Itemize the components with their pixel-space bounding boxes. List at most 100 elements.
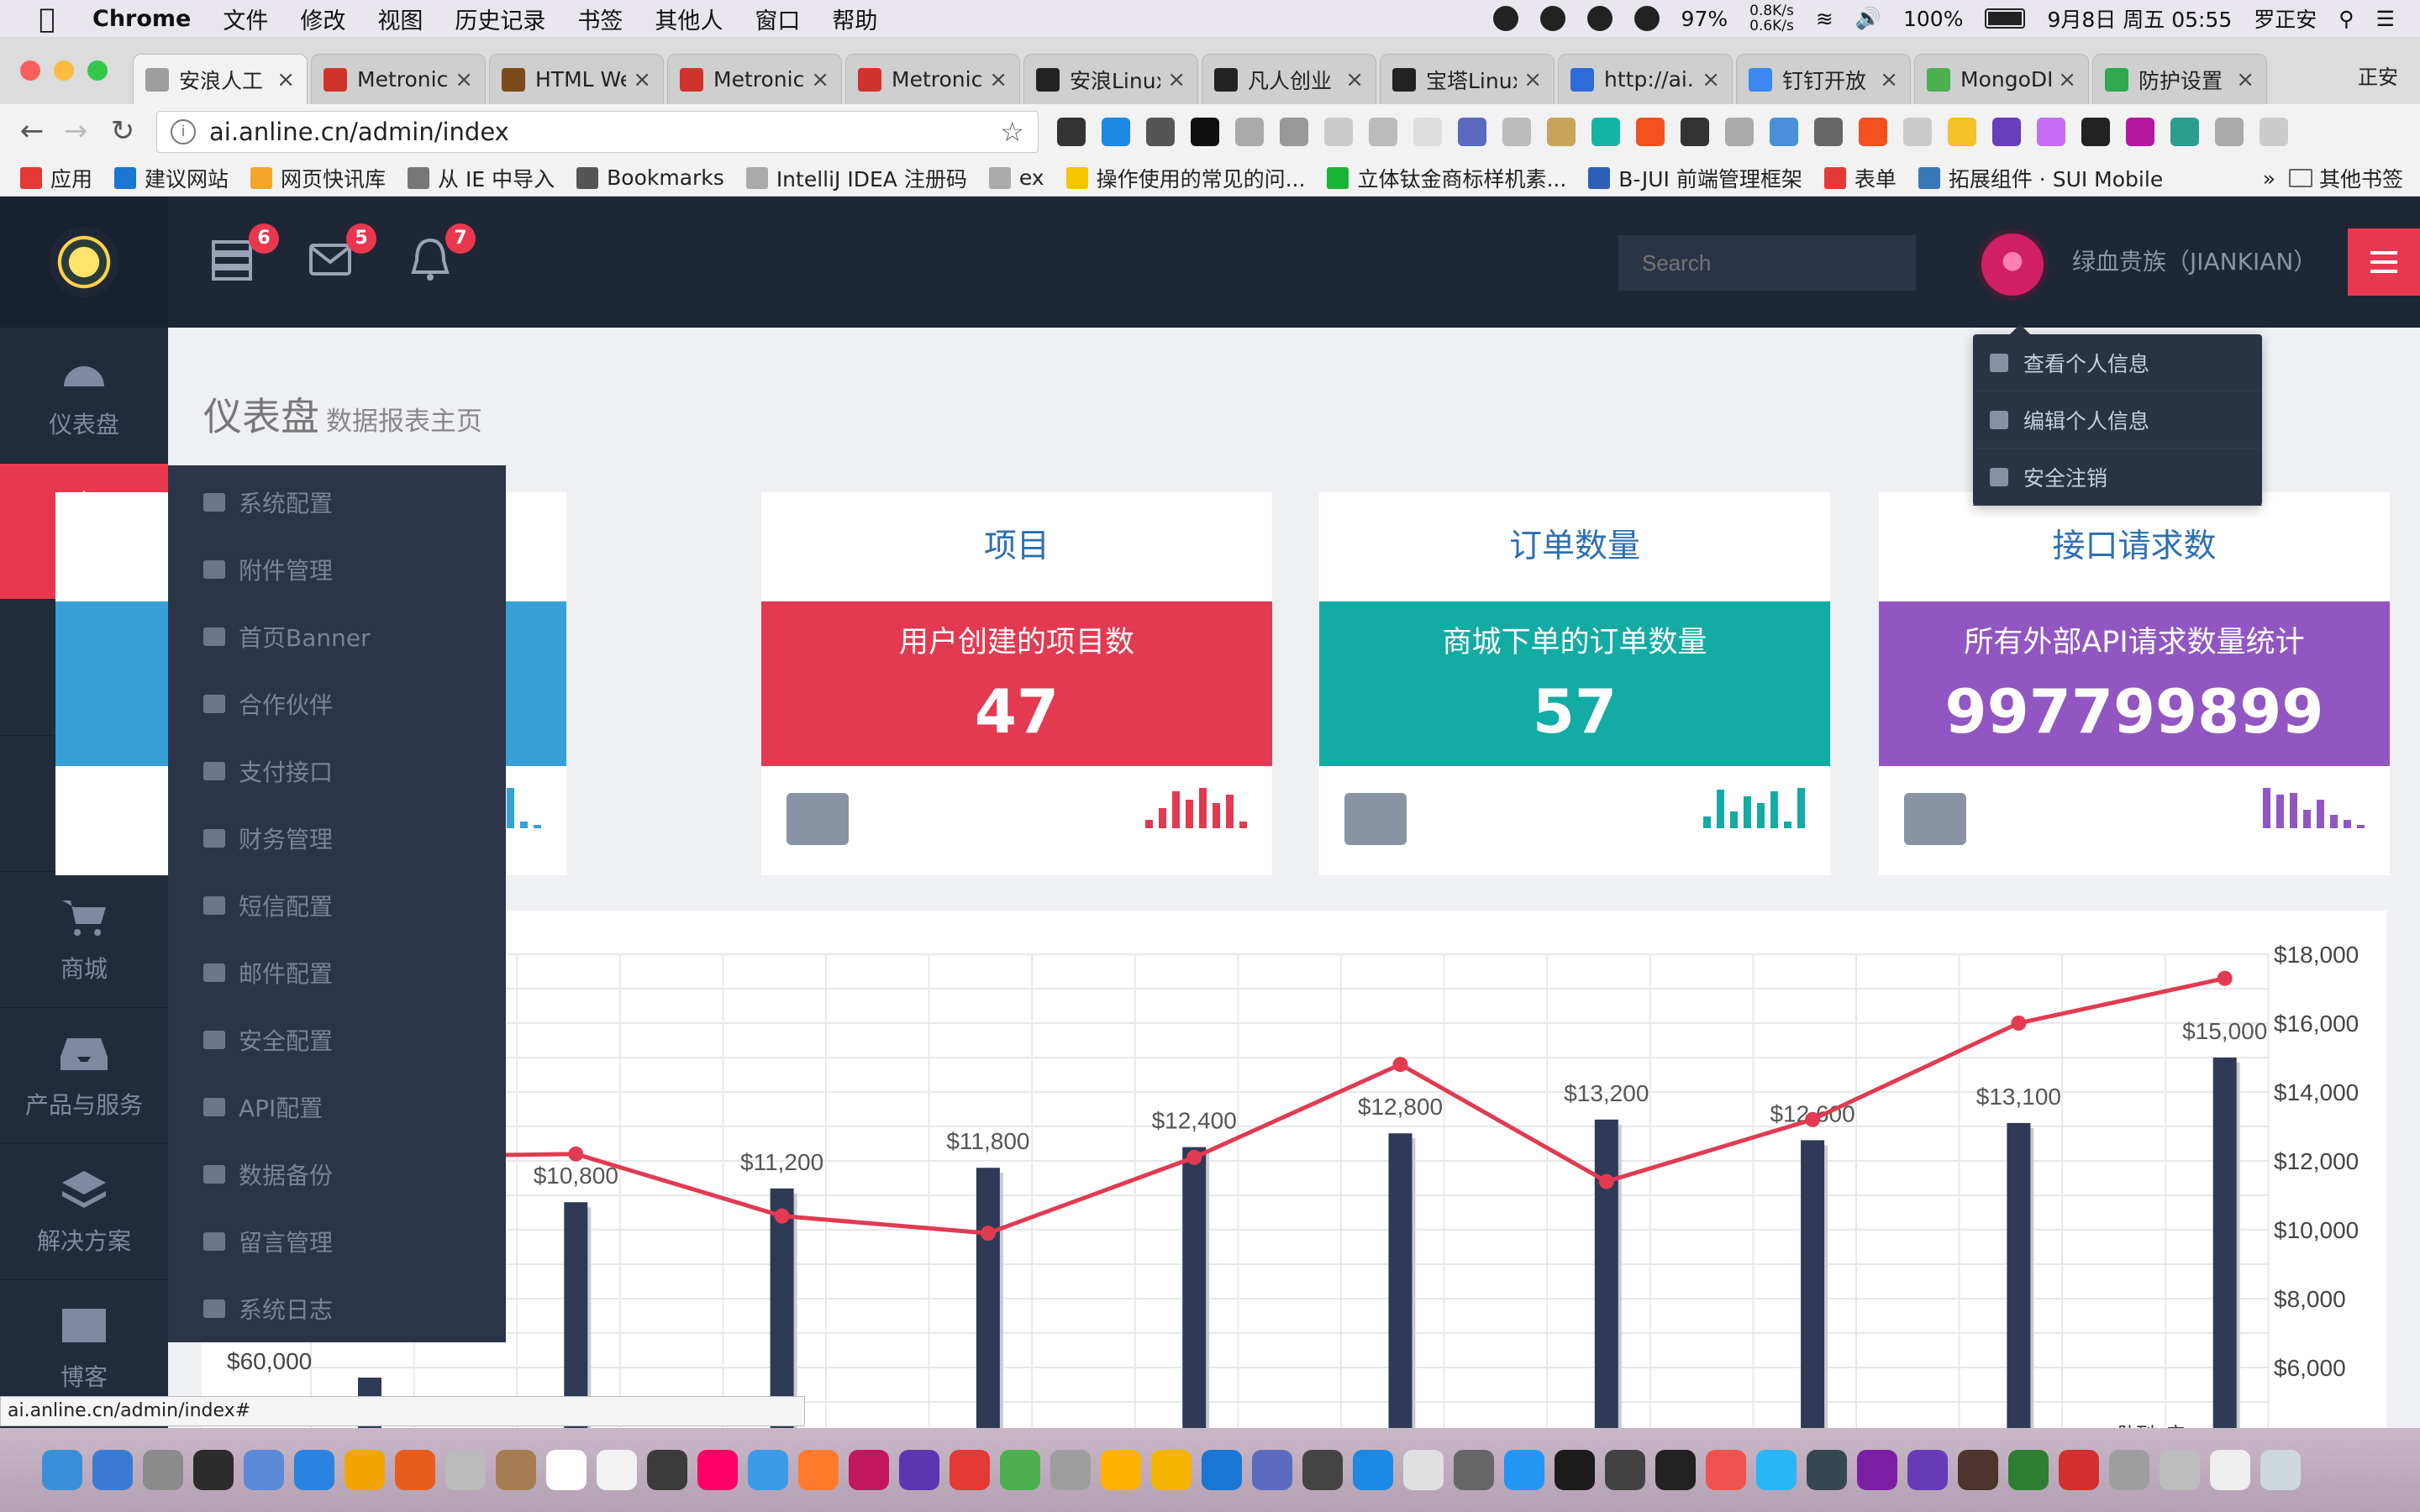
- tab-close-icon[interactable]: ×: [633, 67, 651, 92]
- extension-icon[interactable]: [1324, 118, 1353, 146]
- dock-app-icon[interactable]: [697, 1450, 738, 1490]
- user-menu-item[interactable]: 安全注销: [1973, 449, 2262, 506]
- user-menu-item[interactable]: 查看个人信息: [1973, 334, 2262, 391]
- dock-app-icon[interactable]: [2210, 1450, 2250, 1490]
- dock-app-icon[interactable]: [1454, 1450, 1494, 1490]
- submenu-item[interactable]: 财务管理: [168, 805, 506, 872]
- tab-close-icon[interactable]: ×: [1345, 67, 1364, 92]
- extension-icon[interactable]: [2170, 118, 2199, 146]
- logo[interactable]: [0, 197, 168, 328]
- extension-icon[interactable]: [1992, 118, 2021, 146]
- dock-app-icon[interactable]: [748, 1450, 788, 1490]
- menu-app[interactable]: Chrome: [92, 6, 191, 32]
- bookmark-star-icon[interactable]: ☆: [1000, 116, 1024, 148]
- tab-close-icon[interactable]: ×: [1167, 67, 1186, 92]
- close-window-button[interactable]: [20, 60, 40, 81]
- bookmark-item[interactable]: 操作使用的常见的问...: [1065, 163, 1305, 193]
- extension-icon[interactable]: [2081, 118, 2110, 146]
- battery-percent[interactable]: 100%: [1903, 7, 1963, 31]
- dock-app-icon[interactable]: [1151, 1450, 1192, 1490]
- dock-app-icon[interactable]: [445, 1450, 486, 1490]
- dock-app-icon[interactable]: [1302, 1450, 1343, 1490]
- avatar[interactable]: [1976, 228, 2049, 301]
- dock-app-icon[interactable]: [1605, 1450, 1645, 1490]
- dock-app-icon[interactable]: [647, 1450, 687, 1490]
- dock-app-icon[interactable]: [1807, 1450, 1847, 1490]
- tray-app-icon[interactable]: [1586, 6, 1612, 31]
- search-input[interactable]: [1618, 235, 1916, 291]
- extension-icon[interactable]: [1458, 118, 1486, 146]
- bookmark-item[interactable]: IntelliJ IDEA 注册码: [745, 163, 967, 193]
- tab-close-icon[interactable]: ×: [989, 67, 1007, 92]
- dock-app-icon[interactable]: [2109, 1450, 2149, 1490]
- bookmark-item[interactable]: 立体钛金商标样机素...: [1327, 163, 1566, 193]
- submenu-item[interactable]: API配置: [168, 1074, 506, 1141]
- tasks-button[interactable]: 6: [210, 223, 279, 286]
- extension-icon[interactable]: [1057, 118, 1086, 146]
- extension-icon[interactable]: [1770, 118, 1798, 146]
- dock-app-icon[interactable]: [1555, 1450, 1595, 1490]
- dock-app-icon[interactable]: [1857, 1450, 1897, 1490]
- browser-tab[interactable]: 安浪人工 ×: [133, 54, 308, 104]
- dock-app-icon[interactable]: [2260, 1450, 2301, 1490]
- extension-icon[interactable]: [1591, 118, 1620, 146]
- user-name[interactable]: 罗正安: [2254, 3, 2317, 34]
- dock-app-icon[interactable]: [1000, 1450, 1040, 1490]
- dock-app-icon[interactable]: [1403, 1450, 1444, 1490]
- reload-icon[interactable]: ↻: [104, 113, 141, 150]
- dock-app-icon[interactable]: [798, 1450, 839, 1490]
- bookmark-item[interactable]: ex: [988, 165, 1044, 190]
- extension-icon[interactable]: [2037, 118, 2065, 146]
- tab-close-icon[interactable]: ×: [1523, 67, 1542, 92]
- browser-tab[interactable]: http://ai.a ×: [1558, 54, 1733, 104]
- user-menu-item[interactable]: 编辑个人信息: [1973, 391, 2262, 449]
- tray-app-icon[interactable]: [1492, 6, 1518, 31]
- menu-people[interactable]: 其他人: [655, 3, 723, 35]
- extension-icon[interactable]: [1547, 118, 1576, 146]
- bookmark-item[interactable]: 从 IE 中导入: [408, 163, 555, 193]
- browser-tab[interactable]: 凡人创业 ×: [1202, 54, 1376, 104]
- extension-icon[interactable]: [1681, 118, 1709, 146]
- menu-toggle-button[interactable]: [2348, 228, 2420, 296]
- extension-icon[interactable]: [1280, 118, 1308, 146]
- profile-button[interactable]: 正安: [2358, 60, 2398, 90]
- submenu-item[interactable]: 系统配置: [168, 469, 506, 536]
- dock-app-icon[interactable]: [1504, 1450, 1544, 1490]
- extension-icon[interactable]: [2126, 118, 2154, 146]
- bookmark-item[interactable]: B-JUI 前端管理框架: [1588, 163, 1802, 193]
- submenu-item[interactable]: 安全配置: [168, 1006, 506, 1074]
- extension-icon[interactable]: [1725, 118, 1754, 146]
- extension-icon[interactable]: [1636, 118, 1665, 146]
- dock-app-icon[interactable]: [92, 1450, 133, 1490]
- bookmark-item[interactable]: Bookmarks: [576, 165, 724, 190]
- submenu-item[interactable]: 邮件配置: [168, 939, 506, 1006]
- dock-app-icon[interactable]: [2059, 1450, 2099, 1490]
- tab-close-icon[interactable]: ×: [1702, 67, 1720, 92]
- menu-file[interactable]: 文件: [223, 3, 268, 35]
- browser-tab[interactable]: 宝塔Linux ×: [1380, 54, 1555, 104]
- menu-bookmarks[interactable]: 书签: [577, 3, 623, 35]
- submenu-item[interactable]: 支付接口: [168, 738, 506, 805]
- notification-center-icon[interactable]: ☰: [2376, 7, 2395, 31]
- browser-tab[interactable]: 安浪Linux ×: [1023, 54, 1198, 104]
- tab-close-icon[interactable]: ×: [2058, 67, 2076, 92]
- extension-icon[interactable]: [1903, 118, 1932, 146]
- network-speed[interactable]: 0.8K/s 0.6K/s: [1749, 3, 1794, 34]
- dock-app-icon[interactable]: [2008, 1450, 2049, 1490]
- sidebar-item[interactable]: 解决方案: [0, 1144, 168, 1280]
- menu-history[interactable]: 历史记录: [455, 3, 545, 35]
- extension-icon[interactable]: [1235, 118, 1264, 146]
- dock-app-icon[interactable]: [899, 1450, 939, 1490]
- dock-app-icon[interactable]: [950, 1450, 990, 1490]
- bookmark-item[interactable]: 建议网站: [114, 163, 229, 193]
- menu-window[interactable]: 窗口: [755, 3, 800, 35]
- browser-tab[interactable]: HTML We ×: [489, 54, 664, 104]
- dock-app-icon[interactable]: [345, 1450, 385, 1490]
- dock-app-icon[interactable]: [496, 1450, 536, 1490]
- dock-app-icon[interactable]: [1655, 1450, 1696, 1490]
- datetime[interactable]: 9月8日 周五 05:55: [2047, 3, 2232, 34]
- dock-app-icon[interactable]: [395, 1450, 435, 1490]
- tab-close-icon[interactable]: ×: [2236, 67, 2254, 92]
- submenu-item[interactable]: 留言管理: [168, 1208, 506, 1275]
- extension-icon[interactable]: [1369, 118, 1397, 146]
